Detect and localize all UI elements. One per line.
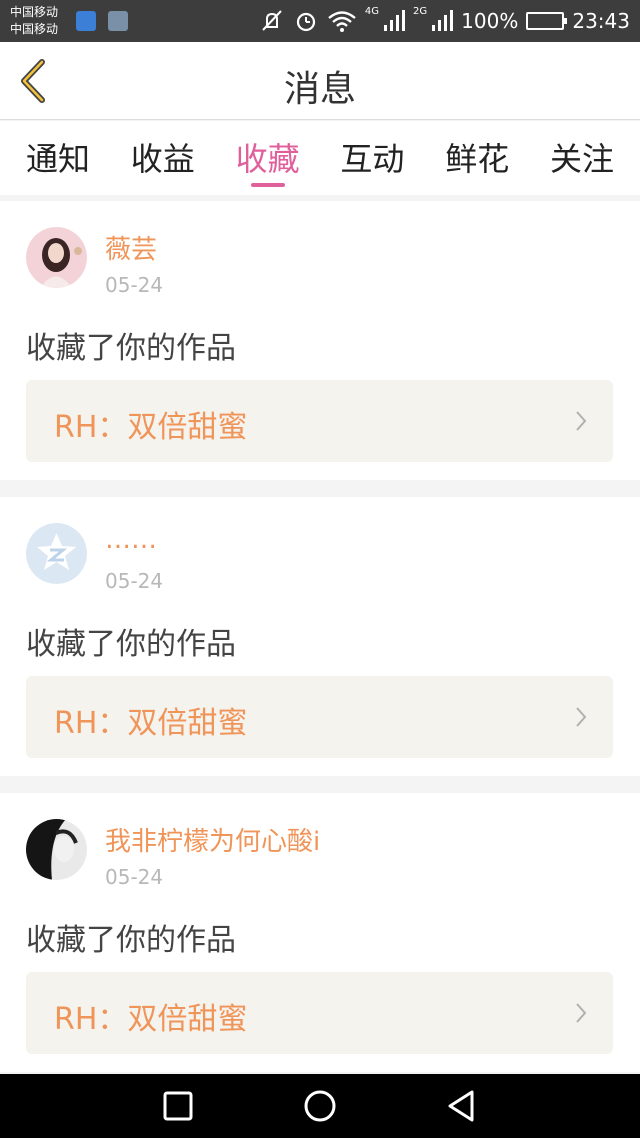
wifi-icon: [327, 9, 357, 33]
status-bar: 中国移动 中国移动 4G 2G 100% 23:43: [0, 0, 640, 42]
timestamp: 05-24: [105, 273, 164, 297]
tab-flowers[interactable]: 鲜花: [445, 121, 509, 195]
work-link[interactable]: RH：双倍甜蜜: [26, 972, 613, 1054]
network-type-2: 2G: [413, 6, 428, 17]
timestamp: 05-24: [105, 569, 164, 593]
signal-icon: [383, 10, 406, 32]
clock: 23:43: [572, 9, 630, 33]
page-header: 消息: [0, 42, 640, 120]
page-title: 消息: [283, 69, 356, 110]
message-card: …… 05-24 收藏了你的作品 RH：双倍甜蜜: [0, 497, 640, 776]
carrier-info: 中国移动 中国移动: [10, 4, 58, 38]
alarm-icon: [293, 8, 319, 34]
avatar[interactable]: [26, 523, 87, 584]
avatar[interactable]: [26, 227, 87, 288]
action-text: 收藏了你的作品: [26, 627, 236, 662]
work-title: RH：双倍甜蜜: [54, 410, 248, 445]
action-text: 收藏了你的作品: [26, 331, 236, 366]
home-icon[interactable]: [300, 1086, 340, 1126]
mute-icon: [259, 8, 285, 34]
action-text: 收藏了你的作品: [26, 923, 236, 958]
message-card: 我非柠檬为何心酸i 05-24 收藏了你的作品 RH：双倍甜蜜: [0, 793, 640, 1072]
system-nav-bar: [0, 1074, 640, 1138]
carrier-2: 中国移动: [10, 22, 59, 36]
battery-percent: 100%: [461, 9, 519, 33]
work-title: RH：双倍甜蜜: [54, 706, 248, 741]
tab-follows[interactable]: 关注: [550, 121, 614, 195]
tab-favorites[interactable]: 收藏: [236, 121, 300, 195]
tab-bar: 通知 收益 收藏 互动 鲜花 关注: [0, 121, 640, 195]
username[interactable]: 我非柠檬为何心酸i: [105, 821, 320, 858]
message-card: 薇芸 05-24 收藏了你的作品 RH：双倍甜蜜: [0, 201, 640, 480]
timestamp: 05-24: [105, 865, 164, 889]
chevron-right-icon: [576, 411, 587, 431]
signal-icon-2: [431, 10, 454, 32]
chevron-right-icon: [576, 707, 587, 727]
username[interactable]: ……: [105, 525, 157, 555]
recent-apps-icon[interactable]: [158, 1086, 198, 1126]
message-list: 薇芸 05-24 收藏了你的作品 RH：双倍甜蜜 …… 05-24 收藏了你的作…: [0, 201, 640, 1089]
back-icon[interactable]: [442, 1086, 482, 1126]
carrier-1: 中国移动: [10, 5, 59, 19]
username[interactable]: 薇芸: [105, 229, 157, 266]
chevron-right-icon: [576, 1003, 587, 1023]
network-type-1: 4G: [364, 6, 380, 17]
tab-interactions[interactable]: 互动: [340, 121, 404, 195]
avatar[interactable]: [26, 819, 87, 880]
work-link[interactable]: RH：双倍甜蜜: [26, 676, 613, 758]
app-notification-icon: [76, 11, 96, 31]
work-link[interactable]: RH：双倍甜蜜: [26, 380, 613, 462]
image-notification-icon: [108, 11, 128, 31]
battery-icon: [526, 12, 568, 30]
work-title: RH：双倍甜蜜: [54, 1002, 248, 1037]
tab-earnings[interactable]: 收益: [131, 121, 195, 195]
tab-notifications[interactable]: 通知: [26, 121, 90, 195]
